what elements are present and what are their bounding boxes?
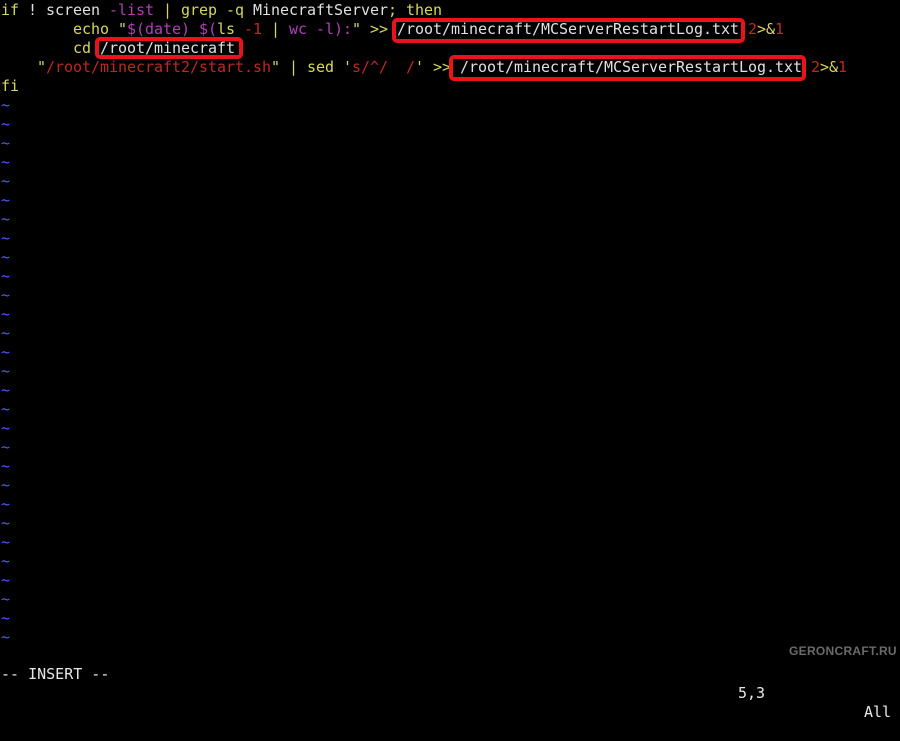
- code-token: -list: [109, 1, 155, 19]
- tilde-marker: ~: [1, 609, 11, 627]
- code-token: |: [289, 58, 299, 76]
- scroll-indicator: All: [864, 703, 892, 721]
- code-line[interactable]: if ! screen -list | grep -q MinecraftSer…: [1, 1, 442, 20]
- code-token: ": [37, 58, 47, 76]
- code-token: 2: [811, 58, 821, 76]
- code-token: /root/minecraft: [100, 39, 236, 57]
- mode-indicator: -- INSERT --: [1, 665, 110, 683]
- tilde-marker: ~: [1, 533, 11, 551]
- tilde-marker: ~: [1, 210, 11, 228]
- code-token: >&: [757, 20, 776, 38]
- code-token: ;: [388, 1, 398, 19]
- code-token: ": [271, 58, 281, 76]
- code-token: 1: [775, 20, 785, 38]
- tilde-marker: ~: [1, 115, 11, 133]
- tilde-marker: ~: [1, 552, 11, 570]
- watermark: GERONCRAFT.RU: [789, 644, 897, 658]
- code-token: |: [163, 1, 173, 19]
- code-token: >&: [820, 58, 839, 76]
- status-line: -- INSERT -- 5,3 All: [0, 646, 900, 721]
- tilde-marker: ~: [1, 134, 11, 152]
- code-token: 2: [748, 20, 758, 38]
- code-token: !: [28, 1, 38, 19]
- tilde-marker: ~: [1, 324, 11, 342]
- code-token: /root/minecraft/MCServerRestartLog.txt: [397, 20, 740, 38]
- code-token: $(date): [127, 20, 191, 38]
- code-token: ': [415, 58, 425, 76]
- code-token: echo: [73, 20, 110, 38]
- code-token: MinecraftServer: [253, 1, 389, 19]
- tilde-marker: ~: [1, 172, 11, 190]
- code-line[interactable]: echo "$(date) $(ls -1 | wc -l):" >> /roo…: [1, 20, 784, 39]
- code-token: then: [406, 1, 443, 19]
- tilde-marker: ~: [1, 495, 11, 513]
- code-token: ls: [217, 20, 236, 38]
- code-token: -1: [244, 20, 263, 38]
- tilde-marker: ~: [1, 343, 11, 361]
- code-token: /root/minecraft/MCServerRestartLog.txt: [460, 58, 803, 76]
- tilde-marker: ~: [1, 514, 11, 532]
- cursor-position: 5,3: [738, 684, 766, 702]
- tilde-marker: ~: [1, 153, 11, 171]
- tilde-marker: ~: [1, 419, 11, 437]
- code-token: |: [271, 20, 281, 38]
- code-line[interactable]: fi: [1, 77, 19, 96]
- tilde-marker: ~: [1, 590, 11, 608]
- tilde-marker: ~: [1, 571, 11, 589]
- code-token: " >>: [352, 20, 389, 38]
- vim-editor[interactable]: if ! screen -list | grep -q MinecraftSer…: [0, 0, 900, 721]
- code-line[interactable]: cd /root/minecraft: [1, 39, 235, 58]
- code-token: s/^/ /: [352, 58, 416, 76]
- tilde-marker: ~: [1, 248, 11, 266]
- tilde-marker: ~: [1, 96, 11, 114]
- tilde-marker: ~: [1, 476, 11, 494]
- tilde-marker: ~: [1, 362, 11, 380]
- code-token: $(: [199, 20, 218, 38]
- code-token: if: [1, 1, 20, 19]
- code-line[interactable]: "/root/minecraft2/start.sh" | sed 's/^/ …: [1, 58, 847, 77]
- tilde-marker: ~: [1, 457, 11, 475]
- tilde-marker: ~: [1, 381, 11, 399]
- tilde-marker: ~: [1, 267, 11, 285]
- code-token: wc -l):: [289, 20, 353, 38]
- tilde-marker: ~: [1, 191, 11, 209]
- code-token: ": [118, 20, 128, 38]
- code-token: grep -q: [181, 1, 245, 19]
- code-token: cd: [73, 39, 92, 57]
- code-token: >>: [433, 58, 452, 76]
- tilde-marker: ~: [1, 286, 11, 304]
- tilde-marker: ~: [1, 628, 11, 646]
- code-token: 1: [838, 58, 848, 76]
- code-token: screen: [46, 1, 101, 19]
- tilde-marker: ~: [1, 229, 11, 247]
- code-token: fi: [1, 77, 20, 95]
- code-token: /root/minecraft2/start.sh: [46, 58, 272, 76]
- code-token: ': [343, 58, 353, 76]
- code-token: sed: [307, 58, 335, 76]
- tilde-marker: ~: [1, 438, 11, 456]
- tilde-marker: ~: [1, 400, 11, 418]
- tilde-marker: ~: [1, 305, 11, 323]
